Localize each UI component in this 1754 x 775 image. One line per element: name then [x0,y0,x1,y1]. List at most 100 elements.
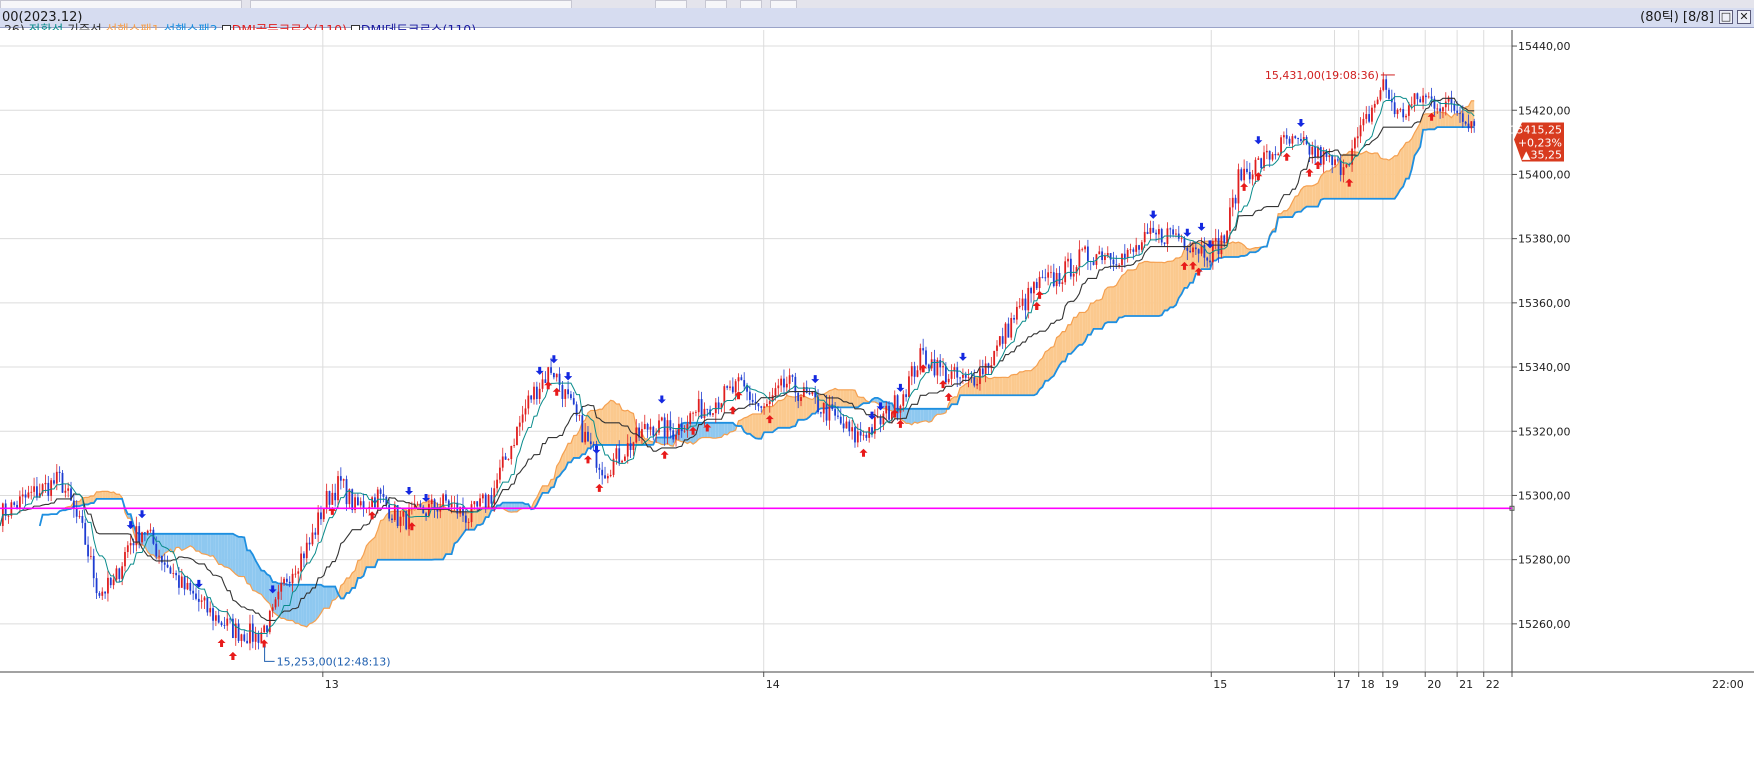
cloud-segment [1332,167,1336,199]
cloud-segment [1096,300,1100,329]
candle-body [1274,154,1277,156]
candle-body [305,542,308,559]
cloud-segment [511,502,515,513]
ichimoku-candlestick-chart[interactable]: 15260,00 15280,00 15300,00 15320,00 15340,00… [0,0,1754,775]
candle-body [1362,118,1365,126]
cloud-segment [1366,151,1370,199]
candle-body [856,431,859,443]
candle-body [484,494,487,508]
candle-body [1413,93,1416,105]
cloud-segment [1178,256,1182,299]
candle-body [209,608,212,613]
candle-body [1322,151,1325,165]
candle-body [1371,107,1373,122]
candle-body [1373,103,1376,108]
candle-body [828,404,831,421]
candle-body [1339,160,1342,176]
candle-body [1285,135,1288,139]
cloud-segment [982,376,986,396]
cloud-segment [602,405,606,445]
candle-body [979,368,981,384]
candle-body [1311,146,1314,155]
candle-body [1030,287,1032,294]
candle-body [1356,136,1359,139]
candle-body [618,448,621,463]
cloud-segment [332,586,336,601]
candle-body [1158,229,1160,235]
cloud-segment [789,396,793,428]
candle-body [92,555,95,579]
cloud-segment [985,376,989,396]
candle-body [643,423,646,430]
cloud-segment [846,389,850,408]
cloud-segment [1320,173,1324,200]
cloud-segment [783,395,787,428]
candle-body [723,386,726,404]
candle-body [16,504,18,508]
candle-body [104,591,106,594]
cloud-segment [624,410,628,445]
candle-body [555,373,558,378]
candle-body [933,359,936,376]
cloud-segment [454,510,458,544]
candle-body [831,404,834,410]
cloud-segment [267,574,270,604]
candle-body [1297,138,1299,139]
candle-body [504,456,507,460]
candle-body [251,623,254,642]
cloud-segment [1110,286,1114,323]
cloud-segment [616,403,620,445]
candle-body [146,530,149,534]
candle-body [839,416,842,424]
candle-body [1243,168,1246,181]
candle-body [550,367,552,373]
cloud-segment [701,422,705,438]
candle-body [1393,102,1396,115]
candle-body [1379,90,1382,100]
candle-body [925,350,927,365]
candle-body [220,622,223,626]
candle-body [89,555,92,557]
cloud-segment [195,533,199,552]
candle-body [544,379,547,383]
candle-body [1439,108,1442,112]
candle-body [632,442,635,450]
cloud-segment [718,422,722,438]
candle-body [64,490,67,493]
cloud-segment [241,536,245,577]
candle-body [112,579,115,586]
candle-body [1041,276,1044,278]
cloud-segment [1335,164,1338,199]
candle-body [1135,245,1138,252]
cloud-segment [1380,158,1384,199]
candle-body [1013,317,1015,320]
candle-body [680,423,683,432]
candle-body [311,532,314,545]
candle-body [1248,172,1251,180]
cloud-segment [312,584,316,623]
cloud-segment [1008,375,1012,396]
cloud-segment [443,505,446,560]
candle-body [1368,114,1371,122]
cloud-segment [1116,280,1120,323]
candle-body [149,529,152,531]
candle-body [675,435,677,440]
candle-body [1140,242,1143,250]
cloud-segment [1141,261,1145,317]
candle-body [78,515,81,517]
high-annotation: 15,431,00(19:08:36) [1265,69,1379,82]
cloud-segment [221,533,225,567]
candle-body [1033,282,1035,294]
candle-body [1237,169,1240,204]
candle-body [274,599,277,608]
cloud-segment [710,422,713,439]
candle-body [109,577,112,586]
candle-body [291,573,294,584]
candle-body [976,383,979,386]
cloud-segment [1130,269,1134,317]
candle-body [277,591,280,600]
cloud-segment [99,491,103,499]
candle-body [1459,112,1461,114]
candle-body [1129,249,1132,251]
cloud-segment [318,584,321,618]
